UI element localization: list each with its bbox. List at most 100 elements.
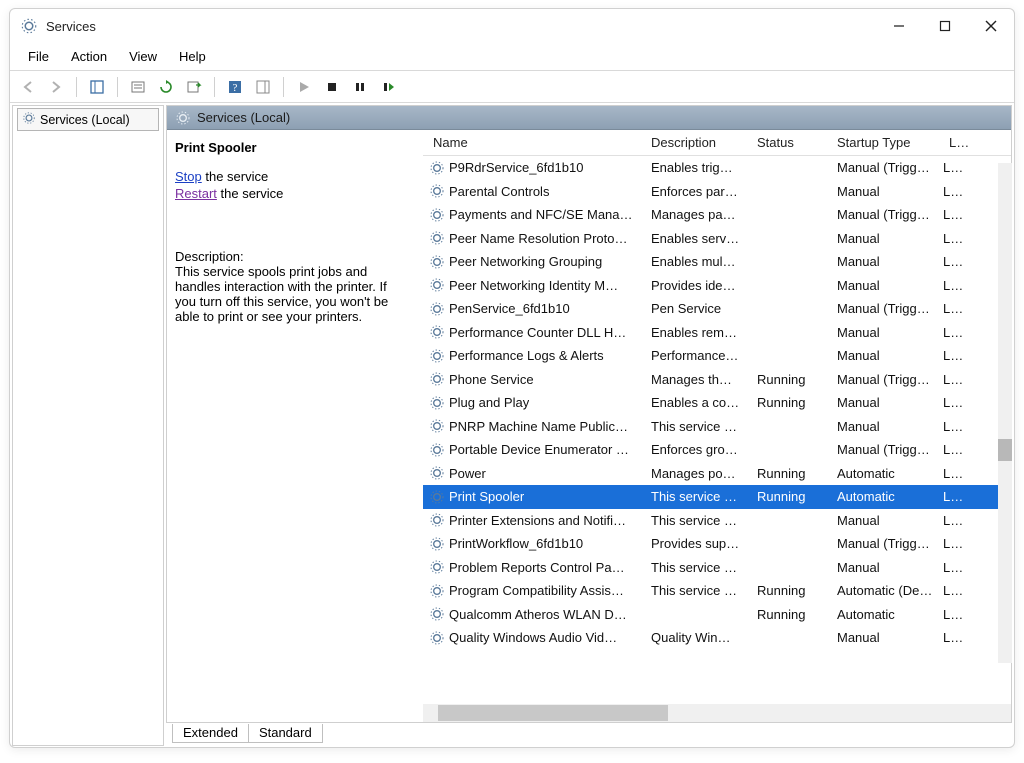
tree-item-services-local[interactable]: Services (Local) [17,108,159,131]
service-name: Parental Controls [449,184,549,199]
service-row[interactable]: Qualcomm Atheros WLAN D…RunningAutomatic… [423,603,1011,627]
toolbar-separator [283,77,284,97]
service-row[interactable]: Portable Device Enumerator …Enforces gro… [423,438,1011,462]
vscroll-thumb[interactable] [998,439,1012,461]
menu-file[interactable]: File [18,46,59,67]
service-row[interactable]: Print SpoolerThis service …RunningAutoma… [423,485,1011,509]
service-logon: Lo… [943,560,969,575]
service-row[interactable]: Problem Reports Control Pa…This service … [423,556,1011,580]
tab-standard[interactable]: Standard [248,724,323,743]
service-row[interactable]: Phone ServiceManages th…RunningManual (T… [423,368,1011,392]
minimize-button[interactable] [876,9,922,43]
gear-icon [429,465,445,481]
forward-button[interactable] [44,75,68,99]
start-service-button[interactable] [292,75,316,99]
service-startup: Manual [831,278,943,293]
close-button[interactable] [968,9,1014,43]
service-name: Performance Logs & Alerts [449,348,604,363]
restart-service-button[interactable] [376,75,400,99]
service-name: PNRP Machine Name Public… [449,419,628,434]
service-row[interactable]: Program Compatibility Assis…This service… [423,579,1011,603]
service-row[interactable]: Performance Counter DLL H…Enables rem…Ma… [423,321,1011,345]
service-row[interactable]: Printer Extensions and Notifi…This servi… [423,509,1011,533]
service-row[interactable]: Peer Networking Identity M…Provides ide…… [423,274,1011,298]
service-logon: Lo… [943,395,969,410]
service-logon: Lo… [943,583,969,598]
service-row[interactable]: P9RdrService_6fd1b10Enables trig…Manual … [423,156,1011,180]
service-row[interactable]: Peer Name Resolution Proto…Enables serv…… [423,227,1011,251]
back-button[interactable] [16,75,40,99]
pause-service-button[interactable] [348,75,372,99]
tree-pane[interactable]: Services (Local) [12,105,164,746]
column-name[interactable]: Name [423,135,645,150]
description-pane: Print Spooler Stop the service Restart t… [167,130,423,722]
service-logon: Lo… [943,301,969,316]
service-row[interactable]: PrintWorkflow_6fd1b10Provides sup…Manual… [423,532,1011,556]
service-row[interactable]: Quality Windows Audio Vid…Quality Win…Ma… [423,626,1011,650]
service-name: PenService_6fd1b10 [449,301,570,316]
properties-button[interactable] [126,75,150,99]
service-logon: Lo… [943,607,969,622]
service-name: Program Compatibility Assis… [449,583,624,598]
column-description[interactable]: Description [645,135,751,150]
stop-service-link[interactable]: Stop [175,169,202,184]
service-logon: Lo… [943,254,969,269]
help-button[interactable]: ? [223,75,247,99]
service-name: PrintWorkflow_6fd1b10 [449,536,583,551]
gear-icon [429,160,445,176]
service-name: Printer Extensions and Notifi… [449,513,626,528]
stop-service-button[interactable] [320,75,344,99]
column-logon[interactable]: Log On As [943,135,969,150]
service-logon: Lo… [943,231,969,246]
show-hide-action-pane-button[interactable] [251,75,275,99]
service-row[interactable]: Parental ControlsEnforces par…ManualLo… [423,180,1011,204]
service-startup: Manual (Trigg… [831,536,943,551]
service-startup: Manual [831,348,943,363]
service-row[interactable]: Performance Logs & AlertsPerformance…Man… [423,344,1011,368]
column-startup-type[interactable]: Startup Type [831,135,943,150]
service-status: Running [751,489,831,504]
service-name: Peer Networking Identity M… [449,278,618,293]
column-status[interactable]: Status [751,135,831,150]
service-row[interactable]: Payments and NFC/SE Mana…Manages pa…Manu… [423,203,1011,227]
toolbar: ? [10,71,1014,103]
menu-action[interactable]: Action [61,46,117,67]
service-row[interactable]: PowerManages po…RunningAutomaticLo… [423,462,1011,486]
service-startup: Manual [831,184,943,199]
service-row[interactable]: Plug and PlayEnables a co…RunningManualL… [423,391,1011,415]
service-logon: Lo… [943,160,969,175]
service-startup: Automatic [831,466,943,481]
service-name: Qualcomm Atheros WLAN D… [449,607,627,622]
service-logon: Lo… [943,278,969,293]
gear-icon [429,183,445,199]
gear-icon [22,111,36,128]
gear-icon [429,254,445,270]
horizontal-scrollbar[interactable] [423,704,1011,722]
gear-icon [429,277,445,293]
export-list-button[interactable] [182,75,206,99]
service-desc: Manages th… [645,372,751,387]
menu-help[interactable]: Help [169,46,216,67]
service-desc: Enables trig… [645,160,751,175]
service-rows[interactable]: P9RdrService_6fd1b10Enables trig…Manual … [423,156,1011,704]
menu-view[interactable]: View [119,46,167,67]
service-logon: Lo… [943,466,969,481]
service-row[interactable]: Peer Networking GroupingEnables mul…Manu… [423,250,1011,274]
vertical-scrollbar[interactable] [998,163,1012,663]
menubar: File Action View Help [10,43,1014,71]
service-row[interactable]: PenService_6fd1b10Pen ServiceManual (Tri… [423,297,1011,321]
restart-service-link[interactable]: Restart [175,186,217,201]
restart-service-line: Restart the service [175,186,411,201]
maximize-button[interactable] [922,9,968,43]
window-title: Services [46,19,876,34]
service-logon: Lo… [943,442,969,457]
service-status: Running [751,583,831,598]
tab-extended[interactable]: Extended [172,724,249,743]
gear-icon [429,418,445,434]
service-startup: Manual [831,419,943,434]
service-row[interactable]: PNRP Machine Name Public…This service …M… [423,415,1011,439]
hscroll-thumb[interactable] [438,705,668,721]
show-hide-tree-button[interactable] [85,75,109,99]
refresh-button[interactable] [154,75,178,99]
service-logon: Lo… [943,489,969,504]
